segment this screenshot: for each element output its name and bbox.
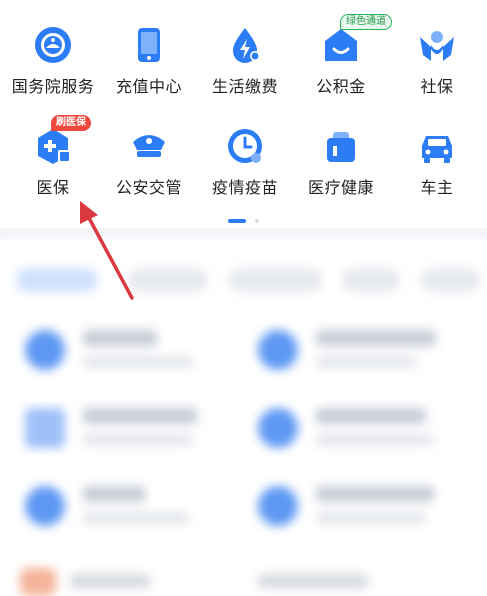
page-dot: [255, 218, 260, 223]
medical-insurance-badge: 刷医保: [51, 115, 91, 131]
grid-item-epidemic-vaccine[interactable]: 疫情疫苗: [197, 126, 293, 198]
page-indicator: [0, 210, 487, 229]
car-owner-icon: [422, 136, 452, 163]
grid-item-recharge-center[interactable]: 充值中心: [101, 25, 197, 97]
social-security-icon: [420, 31, 454, 61]
medical-insurance-icon: [38, 129, 71, 164]
blurred-tab: [420, 268, 480, 292]
grid-item-label: 医保: [36, 178, 70, 197]
blurred-list-item: [25, 400, 235, 460]
blurred-tab: [128, 268, 208, 292]
phone-recharge-icon: [138, 28, 160, 62]
blurred-tab: [16, 268, 98, 292]
grid-item-label: 生活缴费: [211, 77, 278, 96]
page-dot-active: [227, 218, 246, 223]
grid-item-label: 疫情疫苗: [211, 178, 278, 197]
grid-item-medical-insurance[interactable]: 医保: [5, 126, 101, 198]
grid-item-healthcare[interactable]: 医疗健康: [293, 126, 389, 198]
blurred-content-area: [0, 240, 487, 596]
grid-item-label: 医疗健康: [307, 178, 374, 197]
state-council-icon: [35, 27, 71, 63]
blurred-list-item: [258, 478, 468, 538]
grid-item-state-council[interactable]: 国务院服务: [5, 25, 101, 97]
blurred-tab: [342, 268, 400, 292]
section-divider: [0, 228, 487, 240]
utility-payment-icon: [233, 28, 260, 63]
grid-item-housing-fund[interactable]: 公积金: [293, 25, 389, 97]
grid-item-label: 国务院服务: [11, 77, 95, 96]
grid-item-label: 社保: [420, 77, 454, 96]
grid-item-label: 公安交管: [115, 178, 182, 197]
services-grid: 国务院服务 充值中心 生活缴费 公积金 社保 医保 公安交管 疫情疫苗 医疗健康…: [0, 0, 487, 228]
blurred-list-item: [258, 400, 468, 460]
blurred-list-item: [25, 478, 235, 538]
grid-item-social-security[interactable]: 社保: [389, 25, 485, 97]
grid-item-utility-payment[interactable]: 生活缴费: [197, 25, 293, 97]
police-traffic-icon: [133, 135, 165, 157]
grid-item-police-traffic[interactable]: 公安交管: [101, 126, 197, 198]
blurred-tab-bar: [16, 268, 486, 298]
blurred-list-item: [258, 322, 468, 382]
grid-item-label: 车主: [420, 178, 454, 197]
grid-item-car-owner[interactable]: 车主: [389, 126, 485, 198]
housing-fund-icon: [325, 29, 357, 61]
blurred-list-item: [25, 322, 235, 382]
vaccine-clock-icon: [228, 129, 262, 163]
grid-item-label: 公积金: [316, 77, 366, 96]
blurred-tab: [228, 268, 322, 292]
housing-fund-badge: 绿色通道: [340, 14, 392, 30]
grid-item-label: 充值中心: [115, 77, 182, 96]
healthcare-icon: [327, 132, 355, 162]
